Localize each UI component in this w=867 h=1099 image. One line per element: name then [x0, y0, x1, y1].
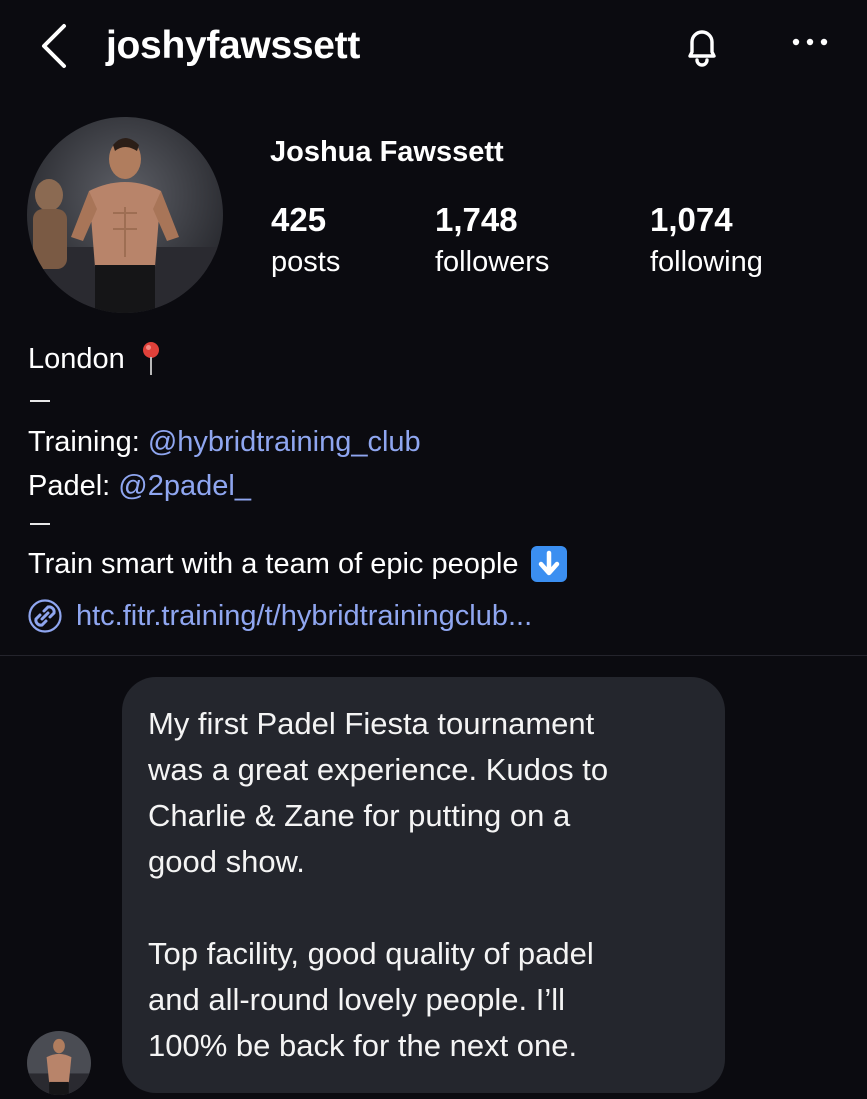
profile-username: joshyfawssett	[106, 24, 361, 67]
website-url: htc.fitr.training/t/hybridtrainingclub..…	[76, 600, 533, 632]
followers-count: 1,748	[435, 201, 518, 238]
tagline-text: Train smart with a team of epic people	[28, 548, 519, 580]
chevron-left-icon	[42, 24, 66, 68]
bio-website-link[interactable]: htc.fitr.training/t/hybridtrainingclub..…	[28, 597, 532, 635]
bio-tagline: Train smart with a team of epic people	[28, 545, 567, 583]
padel-prefix: Padel:	[28, 470, 119, 502]
message-bubble[interactable]: My first Padel Fiesta tournament was a g…	[122, 677, 725, 1093]
following-label: following	[650, 246, 763, 278]
profile-photo	[27, 117, 223, 313]
bio-separator	[30, 523, 50, 525]
posts-stat[interactable]: 425 posts	[271, 200, 340, 282]
padel-handle-link[interactable]: @2padel_	[118, 470, 251, 502]
more-options-button[interactable]	[790, 30, 830, 54]
followers-label: followers	[435, 246, 550, 278]
message-paragraph: Top facility, good quality of padel and …	[148, 936, 594, 1063]
profile-page: joshyfawssett Joshua Fawssett 425 posts …	[0, 0, 867, 1099]
following-stat[interactable]: 1,074 following	[650, 200, 763, 282]
following-count: 1,074	[650, 201, 733, 238]
profile-full-name: Joshua Fawssett	[270, 136, 504, 168]
round-pushpin-icon	[141, 340, 161, 378]
location-text: London	[28, 343, 125, 375]
sender-photo	[27, 1031, 91, 1095]
message-paragraph: My first Padel Fiesta tournament was a g…	[148, 706, 609, 879]
notifications-button[interactable]	[678, 22, 726, 70]
sender-avatar[interactable]	[27, 1031, 91, 1095]
training-handle-link[interactable]: @hybridtraining_club	[148, 426, 421, 458]
section-divider	[0, 655, 867, 656]
posts-count: 425	[271, 201, 327, 238]
followers-stat[interactable]: 1,748 followers	[435, 200, 549, 282]
bio-training-line: Training: @hybridtraining_club	[28, 423, 421, 461]
posts-label: posts	[271, 246, 341, 278]
down-arrow-icon	[530, 546, 567, 582]
bell-icon	[688, 30, 716, 67]
bio-location: London	[28, 340, 161, 378]
bio-padel-line: Padel: @2padel_	[28, 467, 251, 505]
more-horizontal-icon	[792, 38, 828, 46]
link-icon	[28, 599, 62, 633]
bio-separator	[30, 400, 50, 402]
profile-avatar[interactable]	[27, 117, 223, 313]
back-button[interactable]	[36, 22, 76, 70]
header: joshyfawssett	[0, 0, 867, 90]
training-prefix: Training:	[28, 426, 148, 458]
